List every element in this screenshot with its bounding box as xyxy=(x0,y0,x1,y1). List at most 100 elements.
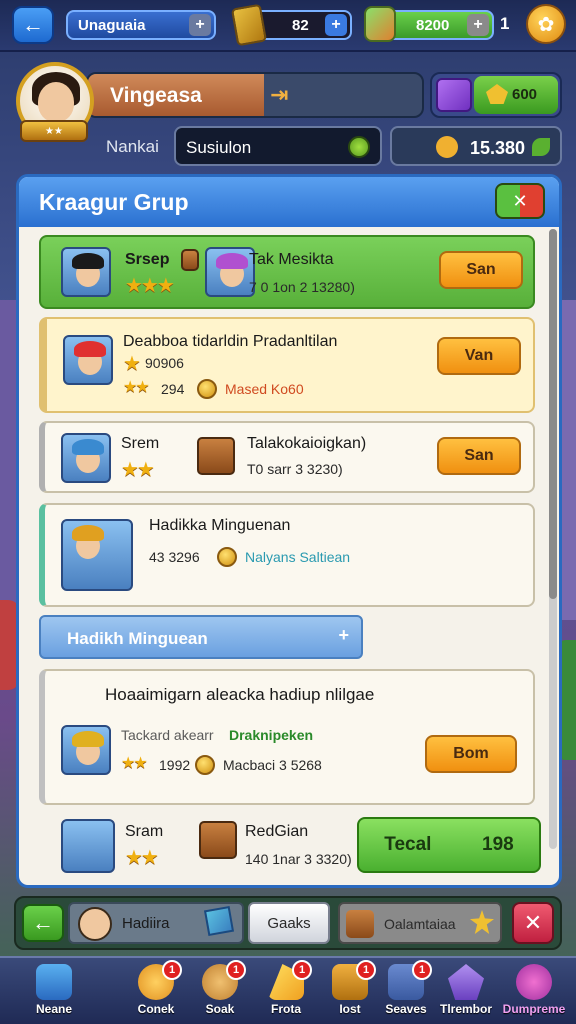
nav-item-dumpreme[interactable]: Dumpreme xyxy=(502,962,566,1024)
coins-box[interactable]: 15.380 xyxy=(390,126,562,166)
total-button[interactable]: Tecal 198 xyxy=(357,817,541,873)
star-rating: ★★ xyxy=(125,847,159,869)
close-button[interactable]: ✕ xyxy=(495,183,545,219)
notification-badge: 1 xyxy=(292,960,312,980)
notification-badge: 1 xyxy=(412,960,432,980)
chest-icon xyxy=(199,821,237,859)
card-title: Deabboa tidarldin Pradanltilan xyxy=(123,333,338,350)
card-right-title: Talakokaioigkan) xyxy=(247,435,367,452)
card-subtitle: T0 sarr 3 3230) xyxy=(247,461,343,477)
claim-button[interactable]: San xyxy=(437,437,521,475)
claim-button[interactable]: San xyxy=(439,251,523,289)
section-header[interactable]: Hadikh Minguean + xyxy=(39,615,363,659)
gear-icon xyxy=(436,136,458,158)
avatar xyxy=(61,519,133,591)
nav-item-iost[interactable]: 1 Iost xyxy=(318,960,382,1024)
nav-item-home[interactable]: Neane xyxy=(22,962,86,1024)
card-right-title: Tak Mesikta xyxy=(249,251,334,268)
coin-button[interactable]: ✿ xyxy=(526,4,566,44)
card-tag: Nalyans Saltiean xyxy=(245,549,351,565)
total-label: Tecal xyxy=(384,834,432,855)
section-title: Hadikh Minguean xyxy=(67,629,208,648)
notification-badge: 1 xyxy=(162,960,182,980)
bottom-action-bar: ← Hadiira Gaaks Oalamtaiaa ✕ xyxy=(14,896,562,950)
gem-icon xyxy=(448,964,484,1000)
avatar xyxy=(205,247,255,297)
avatar xyxy=(78,907,112,941)
add-gold-icon[interactable]: + xyxy=(325,14,347,36)
player-name-resource[interactable]: Unaguaia + xyxy=(66,10,216,40)
potion-icon xyxy=(516,964,552,1000)
close-icon: ✕ xyxy=(512,190,528,211)
nav-item-frota[interactable]: 1 Frota xyxy=(254,960,318,1024)
card-subtitle: 140 1nar 3 3320) xyxy=(245,851,352,867)
claim-button[interactable]: Van xyxy=(437,337,521,375)
back-button[interactable]: ← xyxy=(22,904,64,942)
gold-resource[interactable]: 82 + xyxy=(230,3,352,47)
arrow-right-icon[interactable]: ⇥ xyxy=(270,82,288,108)
purple-gem-icon xyxy=(436,78,472,112)
avatar xyxy=(61,725,111,775)
rank-value: Susiulon xyxy=(186,138,252,157)
rank-label: Nankai xyxy=(106,137,159,156)
close-icon: ✕ xyxy=(523,910,543,935)
panel-header: Kraagur Grup ✕ xyxy=(19,177,559,227)
star-rating: ★★ xyxy=(123,379,150,396)
card-tag: Draknipeken xyxy=(229,727,314,743)
home-icon xyxy=(36,964,72,1000)
player-name-text: Unaguaia xyxy=(78,16,146,34)
card-code: 43 3296 xyxy=(149,549,200,565)
top-resource-bar: ← Unaguaia + 82 + 8200 + 1 ✿ xyxy=(0,0,576,52)
gem-shop-box[interactable]: 600 xyxy=(430,72,562,118)
card-tag: Mased Ko60 xyxy=(225,381,304,397)
reward-field[interactable]: Oalamtaiaa xyxy=(338,902,502,944)
middle-button[interactable]: Gaaks xyxy=(248,902,330,944)
nav-item-tlrembor[interactable]: Tlrembor xyxy=(434,962,498,1024)
expand-icon[interactable]: + xyxy=(338,625,349,646)
total-value: 198 xyxy=(482,834,514,855)
gems-resource[interactable]: 8200 + xyxy=(364,6,494,42)
nav-item-soak[interactable]: 1 Soak xyxy=(188,960,252,1024)
star-rating: ★ xyxy=(123,353,141,375)
add-icon[interactable]: + xyxy=(189,14,211,36)
coins-amount: 15.380 xyxy=(470,138,526,158)
card-subtitle: Tackard akearr xyxy=(121,727,214,743)
profile-name-bar[interactable]: Vingeasa ⇥ xyxy=(86,72,424,118)
coin-icon xyxy=(217,547,237,567)
gem-amount: 600 xyxy=(474,76,558,114)
back-button[interactable]: ← xyxy=(12,6,54,44)
close-button[interactable]: ✕ xyxy=(512,902,554,944)
card-subtitle: 7 0 1on 2 13280) xyxy=(249,279,355,295)
chest-icon xyxy=(346,910,374,938)
notification-badge: 1 xyxy=(226,960,246,980)
add-gems-icon[interactable]: + xyxy=(467,14,489,36)
list-item[interactable]: Deabboa tidarldin Pradanltilan ★ 90906 ★… xyxy=(39,317,535,413)
star-rating: ★★★ xyxy=(125,275,175,297)
notification-badge: 1 xyxy=(356,960,376,980)
nav-item-conek[interactable]: 1 Conek xyxy=(124,960,188,1024)
card-score: 294 xyxy=(161,381,185,397)
claim-button[interactable]: Bom xyxy=(425,735,517,773)
card-title: Srsep xyxy=(125,251,170,268)
panel-title: Kraagur Grup xyxy=(39,189,189,215)
card-code: 90906 xyxy=(145,355,184,371)
scrollbar-thumb[interactable] xyxy=(549,229,557,599)
bottom-nav: Neane 1 Conek 1 Soak 1 Frota 1 Iost 1 Se… xyxy=(0,956,576,1024)
rank-field[interactable]: Susiulon xyxy=(174,126,382,166)
list-item[interactable]: Hadikka Minguenan 43 3296 Nalyans Saltie… xyxy=(39,503,535,607)
plant-icon xyxy=(364,6,396,42)
nav-item-seaves[interactable]: 1 Seaves xyxy=(374,960,438,1024)
list-item[interactable]: Srsep ★★★ Tak Mesikta 7 0 1on 2 13280) S… xyxy=(39,235,535,309)
card-right-title: RedGian xyxy=(245,823,309,840)
avatar xyxy=(61,433,111,483)
star-rating: ★★ xyxy=(121,459,155,481)
group-panel: Kraagur Grup ✕ Srsep ★★★ Tak Mesikta 7 0… xyxy=(16,174,562,888)
profile-name: Vingeasa xyxy=(88,74,264,116)
card-right-code: Macbaci 3 5268 xyxy=(223,757,322,773)
list-item[interactable]: Srem ★★ Talakokaioigkan) T0 sarr 3 3230)… xyxy=(39,421,535,493)
list-item[interactable]: Hoaaimigarn aleacka hadiup nlilgae Tacka… xyxy=(39,669,535,805)
star-rating: ★★ xyxy=(121,755,148,772)
leaf-icon xyxy=(532,138,550,156)
coin-icon xyxy=(197,379,217,399)
card-title: Hadikka Minguenan xyxy=(149,517,291,534)
